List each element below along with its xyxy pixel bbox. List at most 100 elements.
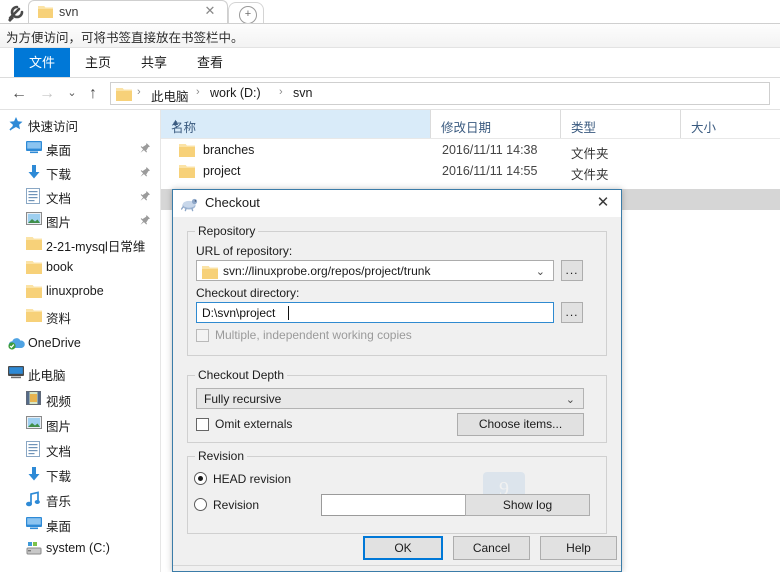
checkout-depth-combobox[interactable]: Fully recursive ⌄	[196, 388, 584, 409]
omit-externals-checkbox[interactable]	[196, 418, 209, 431]
cancel-button[interactable]: Cancel	[453, 536, 530, 560]
ribbon-tab-1[interactable]: 主页	[70, 48, 126, 77]
onedrive-icon	[8, 336, 25, 352]
cell-date: 2016/11/11 14:38	[442, 143, 538, 157]
sidebar-item-12[interactable]: 图片	[0, 413, 160, 435]
sidebar-item-13[interactable]: 文档	[0, 438, 160, 460]
ribbon-tab-3[interactable]: 查看	[182, 48, 238, 77]
column-header-label: 类型	[571, 121, 597, 135]
sidebar-item-3[interactable]: 文档	[0, 185, 160, 207]
folder-icon	[179, 143, 195, 157]
sidebar-item-7[interactable]: linuxprobe	[0, 281, 160, 303]
file-explorer-window: svn ✕ + 为方便访问，可将书签直接放在书签栏中。 文件 主页 共享 查看 ← →…	[0, 0, 780, 572]
chevron-down-icon[interactable]: ⌄	[566, 393, 575, 406]
tab-strip: svn ✕ +	[0, 0, 780, 24]
document-icon	[26, 441, 42, 457]
repository-url-combobox[interactable]: svn://linuxprobe.org/repos/project/trunk…	[196, 260, 554, 281]
music-icon	[26, 491, 42, 507]
ribbon-tab-0[interactable]: 文件	[14, 48, 70, 77]
folder-icon	[26, 284, 42, 300]
sidebar-item-17[interactable]: system (C:)	[0, 538, 160, 560]
revision-label: Revision	[213, 498, 260, 512]
multiple-working-copies-checkbox[interactable]	[196, 329, 209, 342]
download-icon	[26, 466, 42, 482]
table-row[interactable]: branches 2016/11/11 14:38 文件夹	[161, 140, 780, 161]
folder-icon	[26, 260, 42, 276]
pin-icon[interactable]	[139, 214, 151, 226]
bookmark-notice-text: 为方便访问，可将书签直接放在书签栏中。	[6, 31, 244, 45]
arrow-up-icon[interactable]: ↑	[82, 78, 104, 109]
revision-radio[interactable]	[194, 498, 207, 511]
breadcrumb-separator: ›	[137, 86, 141, 98]
sidebar-item-9[interactable]: OneDrive	[0, 333, 160, 355]
checkout-directory-input[interactable]: D:\svn\project	[196, 302, 554, 323]
table-row[interactable]: project 2016/11/11 14:55 文件夹	[161, 161, 780, 182]
omit-externals-label: Omit externals	[215, 417, 293, 431]
checkout-directory-label: Checkout directory:	[196, 286, 300, 300]
column-header-0[interactable]: 名称 ▲ ⌄	[161, 110, 431, 138]
revision-group-label: Revision	[195, 449, 248, 463]
sidebar-item-16[interactable]: 桌面	[0, 513, 160, 535]
video-icon	[26, 391, 42, 407]
sidebar-item-0[interactable]: 快速访问	[0, 113, 160, 135]
chevron-down-icon[interactable]: ⌄	[171, 117, 424, 128]
sidebar-item-label: 图片	[46, 420, 72, 434]
close-icon[interactable]: ✕	[203, 4, 217, 18]
column-header-2[interactable]: 类型	[561, 110, 681, 138]
sidebar-item-14[interactable]: 下载	[0, 463, 160, 485]
pin-icon[interactable]	[139, 166, 151, 178]
folder-icon	[26, 236, 42, 252]
ok-button[interactable]: OK	[363, 536, 443, 560]
head-revision-radio[interactable]	[194, 472, 207, 485]
column-header-3[interactable]: 大小	[681, 110, 780, 138]
sidebar-item-label: 资料	[46, 312, 72, 326]
sidebar-item-label: 视频	[46, 395, 72, 409]
pin-icon[interactable]	[139, 190, 151, 202]
pictures-icon	[26, 212, 42, 228]
sidebar-item-label: OneDrive	[28, 336, 81, 350]
navigation-pane[interactable]: 快速访问 桌面 下载 文档 图片 2-21-mysql日常维 book linuxprobe 资…	[0, 110, 160, 572]
download-icon	[26, 164, 42, 180]
breadcrumb-item-0[interactable]: 此电脑	[151, 86, 189, 105]
breadcrumb[interactable]: › 此电脑 › work (D:) › svn	[110, 82, 770, 105]
desktop-icon	[26, 516, 42, 532]
repository-url-value: svn://linuxprobe.org/repos/project/trunk	[223, 264, 431, 278]
directory-browse-button[interactable]: ...	[561, 302, 583, 323]
sidebar-item-8[interactable]: 资料	[0, 305, 160, 327]
column-header-1[interactable]: 修改日期	[431, 110, 561, 138]
sidebar-item-label: 快速访问	[28, 120, 79, 134]
arrow-right-icon[interactable]: →	[34, 78, 60, 109]
help-button[interactable]: Help	[540, 536, 617, 560]
arrow-left-icon[interactable]: ←	[6, 78, 32, 109]
url-label: URL of repository:	[196, 244, 293, 258]
breadcrumb-item-1[interactable]: work (D:)	[210, 86, 261, 100]
sidebar-item-11[interactable]: 视频	[0, 388, 160, 410]
sidebar-item-label: 图片	[46, 216, 72, 230]
repository-group-label: Repository	[195, 224, 259, 238]
sidebar-item-2[interactable]: 下载	[0, 161, 160, 183]
sidebar-item-4[interactable]: 图片	[0, 209, 160, 231]
sidebar-item-5[interactable]: 2-21-mysql日常维	[0, 233, 160, 255]
ribbon-tab-2[interactable]: 共享	[126, 48, 182, 77]
breadcrumb-item-2[interactable]: svn	[293, 86, 312, 100]
close-icon[interactable]: ✕	[593, 193, 613, 213]
plus-icon: +	[239, 6, 257, 24]
sidebar-item-10[interactable]: 此电脑	[0, 362, 160, 384]
show-log-button[interactable]: Show log	[465, 494, 590, 516]
chevron-down-icon[interactable]: ⌄	[536, 265, 545, 278]
url-browse-button[interactable]: ...	[561, 260, 583, 281]
chevron-down-icon[interactable]: ⌄	[62, 78, 82, 109]
new-tab-button[interactable]: +	[228, 2, 264, 24]
sidebar-item-label: 桌面	[46, 144, 72, 158]
sidebar-item-label: 此电脑	[28, 369, 66, 383]
browser-tab-svn[interactable]: svn ✕	[28, 0, 228, 24]
sidebar-item-1[interactable]: 桌面	[0, 137, 160, 159]
checkout-dialog: Checkout ✕ 9 Repository URL of repositor…	[172, 189, 622, 572]
pin-icon[interactable]	[139, 142, 151, 154]
column-header-label: 大小	[691, 121, 717, 135]
multiple-working-copies-label: Multiple, independent working copies	[215, 328, 412, 342]
choose-items-button[interactable]: Choose items...	[457, 413, 584, 436]
sidebar-item-15[interactable]: 音乐	[0, 488, 160, 510]
revision-number-input[interactable]	[321, 494, 466, 516]
sidebar-item-6[interactable]: book	[0, 257, 160, 279]
